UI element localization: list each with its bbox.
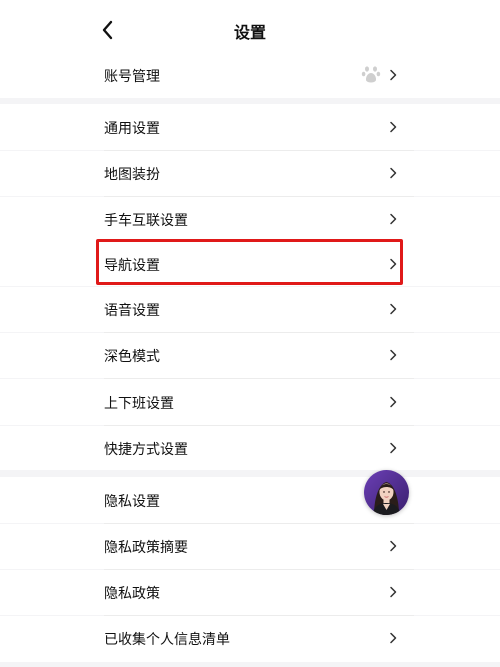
chevron-right-icon [388, 121, 398, 133]
chevron-right-icon [388, 213, 398, 225]
assistant-avatar-icon [364, 470, 409, 515]
settings-row-privacy[interactable]: 隐私设置 [0, 477, 500, 523]
top-bar: 设置 [0, 0, 500, 58]
settings-row-privacy-policy[interactable]: 隐私政策 [0, 570, 500, 615]
row-label: 已收集个人信息清单 [104, 632, 230, 648]
settings-row-navigation[interactable]: 导航设置 [0, 242, 500, 286]
row-label: 通用设置 [104, 121, 160, 137]
page-title: 设置 [233, 23, 266, 42]
settings-row-voice[interactable]: 语音设置 [0, 287, 500, 332]
chevron-right-icon [388, 69, 398, 81]
row-label: 隐私政策摘要 [104, 540, 188, 556]
settings-row-collected-info[interactable]: 已收集个人信息清单 [0, 616, 500, 662]
settings-row-general[interactable]: 通用设置 [0, 104, 500, 150]
chevron-right-icon [388, 258, 398, 270]
row-label: 隐私设置 [104, 494, 160, 510]
settings-row-car-link[interactable]: 手车互联设置 [0, 197, 500, 242]
row-label: 手车互联设置 [104, 213, 188, 229]
row-label: 深色模式 [104, 349, 160, 365]
chevron-right-icon [388, 442, 398, 454]
row-label: 快捷方式设置 [104, 442, 188, 458]
chevron-right-icon [388, 167, 398, 179]
settings-row-account[interactable]: 账号管理 [0, 52, 500, 98]
chevron-right-icon [388, 303, 398, 315]
chevron-right-icon [388, 349, 398, 361]
row-label: 账号管理 [104, 69, 160, 85]
settings-row-commute[interactable]: 上下班设置 [0, 379, 500, 425]
chevron-right-icon [388, 632, 398, 644]
row-label: 隐私政策 [104, 586, 160, 602]
row-label: 地图装扮 [104, 167, 160, 183]
settings-row-dark-mode[interactable]: 深色模式 [0, 333, 500, 378]
chevron-right-icon [388, 586, 398, 598]
chevron-right-icon [388, 396, 398, 408]
chevron-right-icon [388, 540, 398, 552]
assistant-avatar[interactable] [364, 470, 409, 515]
row-label: 上下班设置 [104, 396, 174, 412]
settings-row-privacy-summary[interactable]: 隐私政策摘要 [0, 524, 500, 569]
settings-row-map-skin[interactable]: 地图装扮 [0, 151, 500, 196]
settings-row-shortcuts[interactable]: 快捷方式设置 [0, 426, 500, 470]
row-label: 语音设置 [104, 303, 160, 319]
baidu-paw-icon [361, 66, 381, 83]
row-label: 导航设置 [104, 258, 160, 274]
